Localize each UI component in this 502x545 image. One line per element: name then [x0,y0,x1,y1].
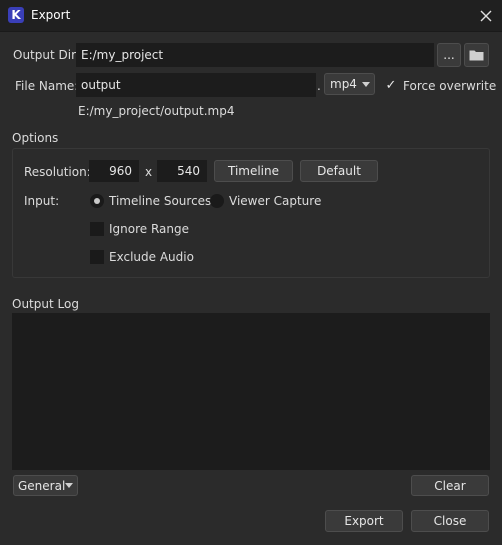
output-dir-value: E:/my_project [81,48,164,62]
window-title: Export [31,8,71,22]
resolution-height-input[interactable]: 540 [157,160,207,182]
file-name-input[interactable]: output [76,73,316,97]
ignore-range-checkbox[interactable] [90,222,104,236]
input-label: Input: [24,194,60,208]
browse-label: ... [443,48,455,62]
export-button-label: Export [344,514,384,528]
exclude-audio-label: Exclude Audio [109,250,194,264]
format-value: mp4 [330,77,357,91]
default-button-label: Default [317,164,361,178]
resolution-times: x [145,165,153,179]
folder-icon [469,49,484,61]
export-button[interactable]: Export [325,510,403,532]
output-dir-label: Output Dir: [13,48,80,62]
app-logo-icon: K [8,7,24,23]
browse-button[interactable]: ... [437,43,461,67]
timeline-sources-radio[interactable] [90,194,104,208]
close-button-label: Close [433,514,467,528]
log-level-value: General [18,478,66,493]
chevron-down-icon [65,483,73,488]
close-button[interactable]: Close [411,510,489,532]
checkmark-icon: ✓ [385,77,397,93]
output-log-heading: Output Log [12,297,79,311]
resolution-width-input[interactable]: 960 [89,160,139,182]
chevron-down-icon [362,82,370,87]
clear-log-button[interactable]: Clear [411,475,489,496]
timeline-resolution-button[interactable]: Timeline [214,160,293,182]
force-overwrite-label: Force overwrite [403,79,497,93]
timeline-sources-label: Timeline Sources [109,194,212,208]
output-log-area[interactable] [12,313,490,470]
resolution-height-value: 540 [177,164,200,178]
clear-button-label: Clear [434,478,466,493]
ignore-range-label: Ignore Range [109,222,190,236]
options-heading: Options [12,131,59,145]
viewer-capture-radio[interactable] [210,194,224,208]
full-path-text: E:/my_project/output.mp4 [78,104,235,118]
viewer-capture-label: Viewer Capture [229,194,322,208]
format-dropdown[interactable]: mp4 [324,73,375,95]
default-resolution-button[interactable]: Default [300,160,378,182]
output-dir-input[interactable]: E:/my_project [76,43,434,67]
log-level-dropdown[interactable]: General [13,475,78,496]
open-folder-button[interactable] [464,43,489,67]
close-icon[interactable] [476,6,496,26]
title-bar [0,0,502,32]
file-name-label: File Name: [15,79,79,93]
resolution-label: Resolution: [24,165,91,179]
extension-dot: . [317,79,321,93]
force-overwrite-checkbox[interactable]: ✓ [384,77,398,93]
exclude-audio-checkbox[interactable] [90,250,104,264]
file-name-value: output [81,78,121,92]
timeline-button-label: Timeline [227,164,280,178]
resolution-width-value: 960 [109,164,132,178]
